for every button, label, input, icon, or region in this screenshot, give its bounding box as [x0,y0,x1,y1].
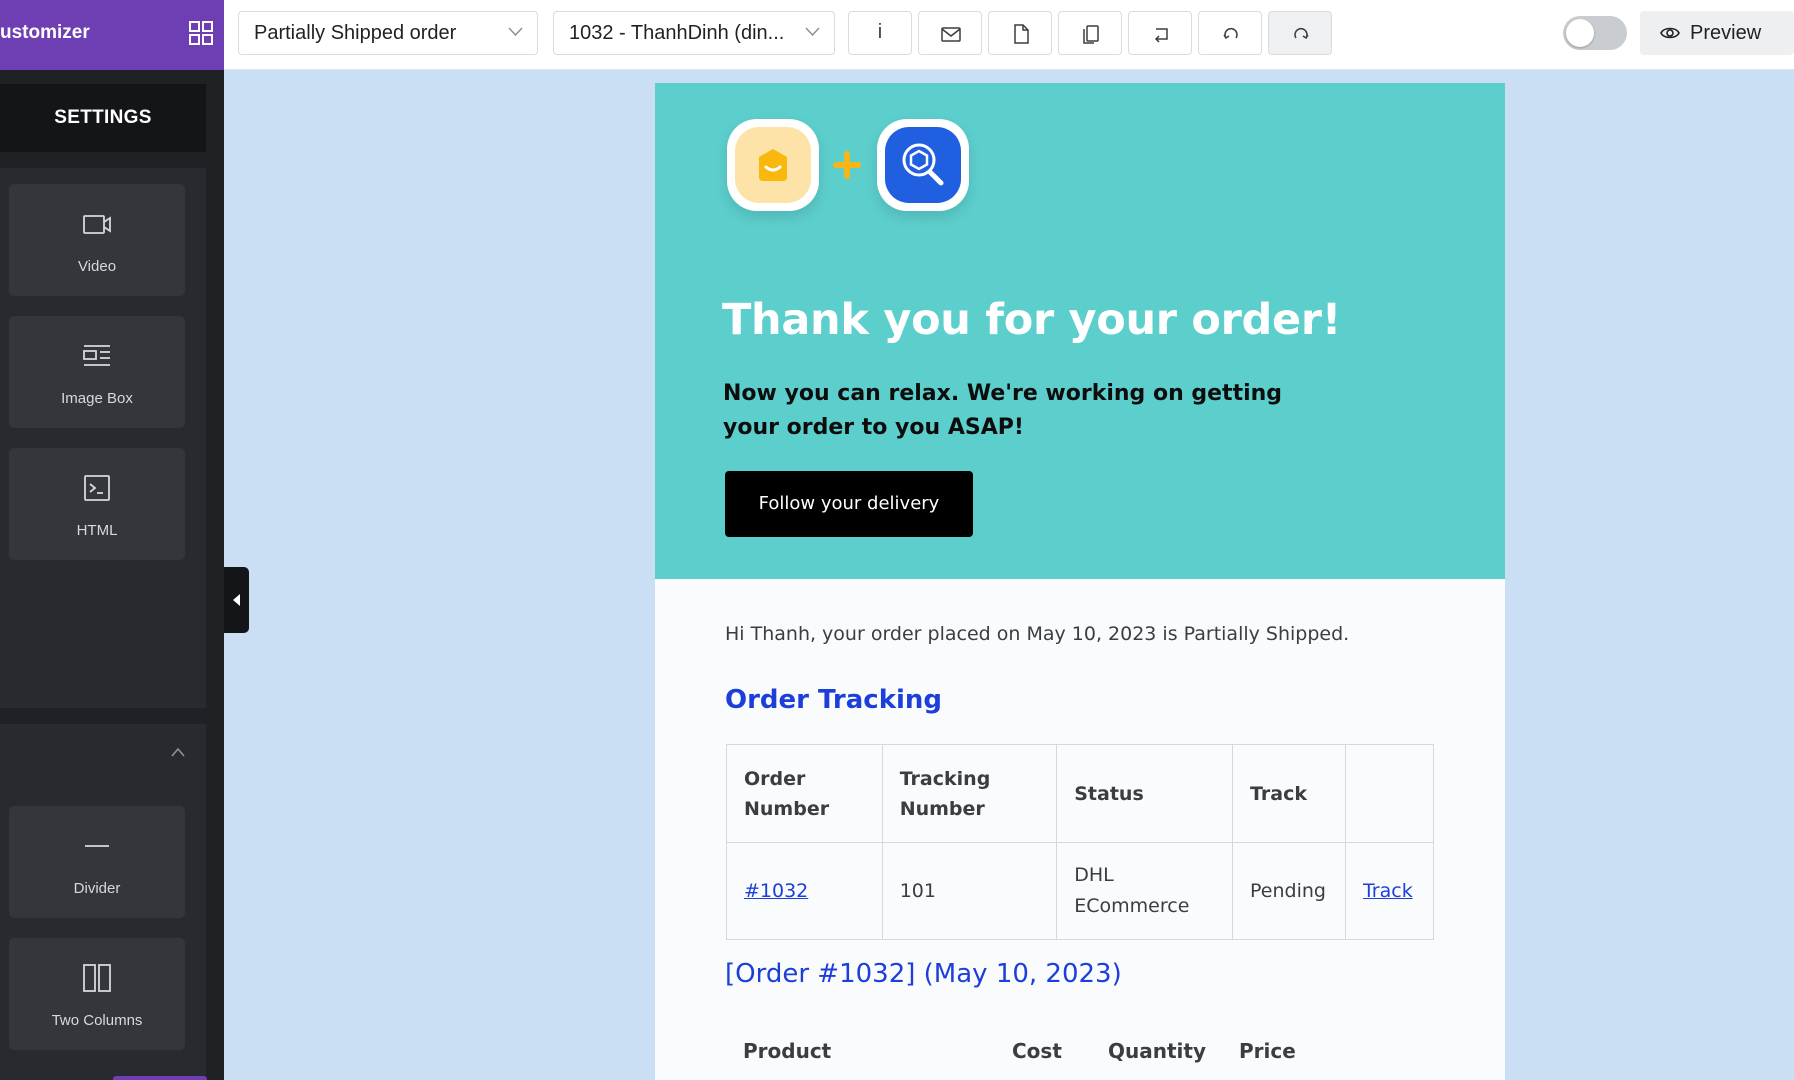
widget-label: Video [77,258,117,275]
table-header-row: Order Number Tracking Number Status Trac… [726,744,1435,843]
undo-button[interactable] [1198,11,1262,55]
order-tracking-heading: Order Tracking [725,685,943,715]
caret-left-icon [233,594,240,606]
copy-button[interactable] [1058,11,1122,55]
widget-image-box[interactable]: Image Box [9,316,185,428]
redo-button[interactable] [1268,11,1332,55]
info-button[interactable]: i [848,11,912,55]
cell-tracking-number: 101 [881,842,1058,940]
reset-button[interactable] [1128,11,1192,55]
cell-carrier: DHL ECommerce [1056,842,1234,940]
document-icon [1014,24,1029,44]
eye-icon [1660,27,1680,39]
bottom-tab-indicator [113,1076,207,1080]
col-quantity: Quantity [1108,1039,1206,1063]
layout-panel: Divider Two Columns [0,724,206,1080]
hero-title: Thank you for your order! [722,295,1342,345]
chevron-down-icon [508,27,523,37]
widget-two-columns[interactable]: Two Columns [9,938,185,1050]
widget-divider[interactable]: Divider [9,806,185,918]
video-icon [83,215,111,234]
col-status: Status [1056,744,1234,843]
follow-delivery-button[interactable]: Follow your delivery [725,471,973,537]
grid-icon[interactable] [188,20,214,46]
col-cost: Cost [1012,1039,1062,1063]
col-order-number: Order Number [726,744,883,843]
mail-icon [941,27,961,42]
widget-label: HTML [76,522,118,539]
preview-label: Preview [1690,22,1762,44]
cell-track: Track [1344,842,1435,940]
tracking-logo-icon [885,127,961,203]
return-icon [1154,28,1168,43]
col-action [1344,744,1435,843]
cell-status: Pending [1232,842,1346,940]
greeting-text: Hi Thanh, your order placed on May 10, 2… [725,623,1350,645]
store-logo-icon [735,127,811,203]
email-hero[interactable]: Thank you for your order! Now you can re… [655,83,1505,579]
cell-order-number: #1032 [726,842,883,940]
sidebar: ustomizer SETTINGS Video Image Box HTML [0,0,224,1080]
widgets-panel: Video Image Box HTML [0,168,206,708]
col-product: Product [743,1039,832,1063]
hero-subtitle: Now you can relax. We're working on gett… [723,381,1283,440]
settings-tab[interactable]: SETTINGS [0,84,206,152]
brand-header: ustomizer [0,0,224,70]
widget-video[interactable]: Video [9,184,185,296]
widget-label: Image Box [61,390,133,407]
two-columns-icon [83,964,111,992]
col-price: Price [1239,1039,1296,1063]
send-email-button[interactable] [918,11,982,55]
tracking-table: Order Number Tracking Number Status Trac… [726,744,1435,940]
top-toolbar: Partially Shipped order 1032 - ThanhDinh… [224,0,1794,70]
mode-toggle[interactable] [1563,16,1627,50]
toggle-knob [1566,19,1594,47]
divider-icon [85,845,109,847]
redo-icon [1294,28,1309,40]
col-tracking-number: Tracking Number [881,744,1058,843]
info-icon: i [877,21,883,43]
col-track: Track [1232,744,1346,843]
order-number-link[interactable]: #1032 [744,880,808,902]
image-box-icon [83,345,110,366]
chevron-up-icon[interactable] [170,746,186,758]
store-logo [727,119,819,211]
chevron-down-icon [805,27,820,37]
html-icon [84,475,110,501]
order-select-value: 1032 - ThanhDinh (din... [569,22,785,44]
email-canvas: Thank you for your order! Now you can re… [655,83,1505,1080]
brand-title: ustomizer [0,22,90,43]
order-summary-heading: [Order #1032] (May 10, 2023) [725,959,1122,989]
widget-label: Two Columns [51,1012,143,1029]
track-link[interactable]: Track [1363,880,1413,902]
collapse-sidebar-button[interactable] [224,567,249,633]
table-row: #1032 101 DHL ECommerce Pending Track [726,842,1435,940]
template-select-value: Partially Shipped order [254,22,457,44]
template-select[interactable]: Partially Shipped order [238,11,538,55]
undo-icon [1223,28,1238,40]
widget-label: Divider [73,880,121,897]
plus-icon [833,151,861,179]
preview-button[interactable]: Preview [1640,11,1794,55]
tracking-app-logo [877,119,969,211]
copy-icon [1083,25,1099,44]
order-select[interactable]: 1032 - ThanhDinh (din... [553,11,835,55]
widget-html[interactable]: HTML [9,448,185,560]
document-button[interactable] [988,11,1052,55]
